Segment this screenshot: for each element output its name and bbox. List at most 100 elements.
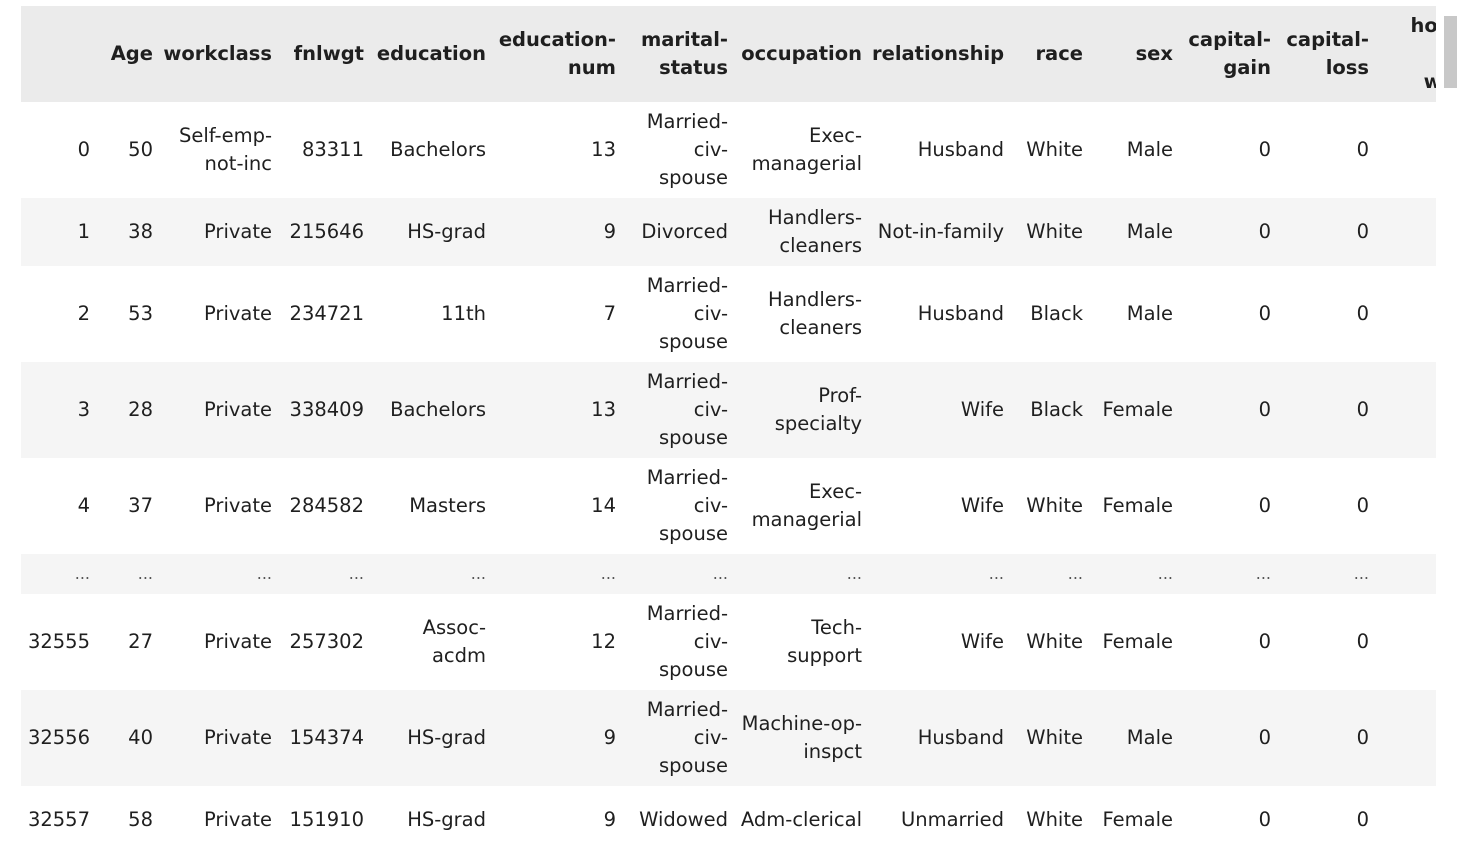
table-cell: Male: [1093, 266, 1183, 362]
table-cell: 83311: [282, 102, 374, 198]
header-row: Age workclass fnlwgt education education…: [21, 6, 1436, 102]
table-cell: 7: [496, 266, 626, 362]
table-cell: Divorced: [626, 198, 738, 266]
table-cell: 0: [1281, 198, 1379, 266]
table-cell: Machine-op-inspct: [738, 690, 872, 786]
table-cell: 13: [496, 362, 626, 458]
table-row: 32555 27 Private 257302 Assoc-acdm 12 Married-…: [21, 594, 1436, 690]
table-cell: 40: [100, 690, 163, 786]
table-cell: 0: [1183, 102, 1281, 198]
table-cell: HS-grad: [374, 786, 496, 843]
table-cell: 28: [100, 362, 163, 458]
column-header-relationship: relationship: [872, 6, 1014, 102]
table-cell: 9: [496, 786, 626, 843]
table-cell: Married-civ-spouse: [626, 362, 738, 458]
vertical-scrollbar-thumb[interactable]: [1444, 16, 1457, 88]
table-cell: 9: [496, 198, 626, 266]
table-cell: 0: [1183, 786, 1281, 843]
table-cell: Married-civ-spouse: [626, 458, 738, 554]
table-cell: ...: [1183, 554, 1281, 594]
table-cell: 40: [1379, 266, 1436, 362]
table-cell: Private: [163, 786, 282, 843]
table-cell: ...: [738, 554, 872, 594]
column-header-index: [21, 6, 100, 102]
table-cell: 0: [1183, 266, 1281, 362]
row-index-cell: 32557: [21, 786, 100, 843]
table-cell: ...: [1379, 554, 1436, 594]
column-header-occupation: occupation: [738, 6, 872, 102]
row-index-cell: 32556: [21, 690, 100, 786]
table-cell: Married-civ-spouse: [626, 102, 738, 198]
table-cell: 13: [1379, 102, 1436, 198]
column-header-hours-per-week: hours-per-week: [1379, 6, 1436, 102]
table-cell: ...: [1014, 554, 1093, 594]
table-cell: 53: [100, 266, 163, 362]
table-cell: 9: [496, 690, 626, 786]
table-cell: 215646: [282, 198, 374, 266]
column-header-capital-gain: capital-gain: [1183, 6, 1281, 102]
table-cell: Male: [1093, 198, 1183, 266]
table-cell: 14: [496, 458, 626, 554]
table-cell: 11th: [374, 266, 496, 362]
table-cell: Male: [1093, 690, 1183, 786]
table-cell: Adm-clerical: [738, 786, 872, 843]
table-cell: ...: [626, 554, 738, 594]
table-cell: Private: [163, 458, 282, 554]
table-cell: 58: [100, 786, 163, 843]
table-cell: Husband: [872, 102, 1014, 198]
table-cell: 284582: [282, 458, 374, 554]
table-cell: Married-civ-spouse: [626, 594, 738, 690]
row-index-cell: 32555: [21, 594, 100, 690]
table-cell: Married-civ-spouse: [626, 266, 738, 362]
table-cell: 40: [1379, 198, 1436, 266]
table-cell: 27: [100, 594, 163, 690]
table-cell: Handlers-cleaners: [738, 198, 872, 266]
column-header-education-num: education-num: [496, 6, 626, 102]
table-row: 32557 58 Private 151910 HS-grad 9 Widowed Adm-c…: [21, 786, 1436, 843]
table-cell: 0: [1281, 690, 1379, 786]
table-cell: 0: [1281, 594, 1379, 690]
table-cell: Married-civ-spouse: [626, 690, 738, 786]
table-cell: Widowed: [626, 786, 738, 843]
table-row: 0 50 Self-emp-not-inc 83311 Bachelors 13 Marri…: [21, 102, 1436, 198]
table-cell: 0: [1281, 458, 1379, 554]
row-index-cell: 4: [21, 458, 100, 554]
table-cell: ...: [163, 554, 282, 594]
table-cell: HS-grad: [374, 690, 496, 786]
table-cell: ...: [1093, 554, 1183, 594]
table-cell: Prof-specialty: [738, 362, 872, 458]
column-header-education: education: [374, 6, 496, 102]
table-cell: Female: [1093, 594, 1183, 690]
dataframe-view: Age workclass fnlwgt education education…: [21, 6, 1436, 843]
table-cell: Husband: [872, 690, 1014, 786]
table-cell: Private: [163, 690, 282, 786]
table-cell: 151910: [282, 786, 374, 843]
table-cell: 12: [496, 594, 626, 690]
row-index-cell: ...: [21, 554, 100, 594]
table-cell: Wife: [872, 594, 1014, 690]
table-row: 1 38 Private 215646 HS-grad 9 Divorced Handlers…: [21, 198, 1436, 266]
table-cell: Black: [1014, 362, 1093, 458]
table-cell: White: [1014, 786, 1093, 843]
table-cell: ...: [100, 554, 163, 594]
table-cell: 0: [1183, 458, 1281, 554]
table-cell: ...: [374, 554, 496, 594]
table-cell: 0: [1281, 362, 1379, 458]
table-cell: Wife: [872, 458, 1014, 554]
table-cell: Husband: [872, 266, 1014, 362]
table-cell: Bachelors: [374, 362, 496, 458]
table-cell: 0: [1183, 362, 1281, 458]
row-index-cell: 1: [21, 198, 100, 266]
ellipsis-row: ........................................…: [21, 554, 1436, 594]
column-header-fnlwgt: fnlwgt: [282, 6, 374, 102]
column-header-age: Age: [100, 6, 163, 102]
table-cell: Private: [163, 198, 282, 266]
table-cell: 0: [1281, 102, 1379, 198]
table-cell: ...: [872, 554, 1014, 594]
column-header-capital-loss: capital-loss: [1281, 6, 1379, 102]
table-cell: Handlers-cleaners: [738, 266, 872, 362]
table-cell: Masters: [374, 458, 496, 554]
table-cell: 0: [1183, 198, 1281, 266]
table-cell: Exec-managerial: [738, 458, 872, 554]
table-cell: 40: [1379, 458, 1436, 554]
